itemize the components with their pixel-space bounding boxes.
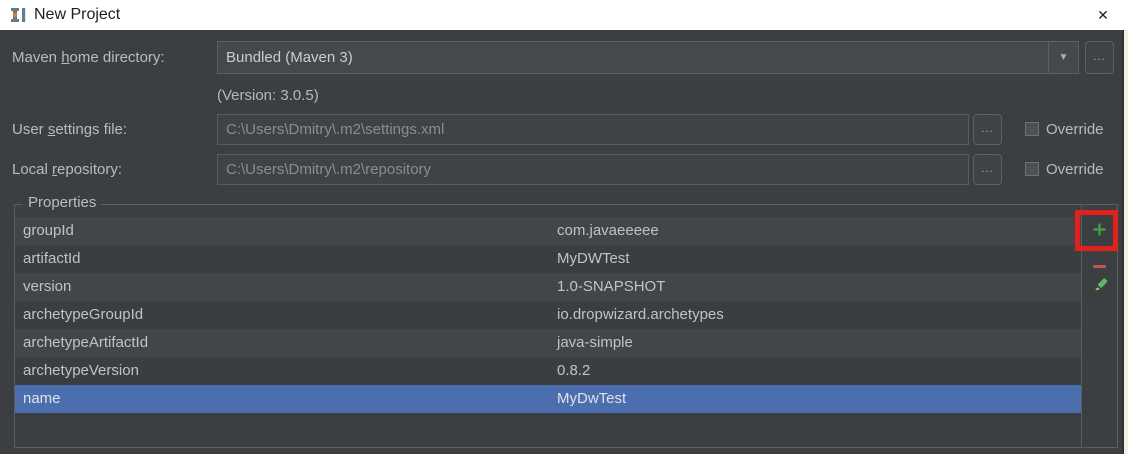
property-key: name (23, 390, 61, 407)
property-value: io.dropwizard.archetypes (557, 306, 724, 323)
user-settings-browse-button[interactable]: ... (973, 114, 1002, 145)
property-key: groupId (23, 222, 74, 239)
property-value: com.javaeeeee (557, 222, 659, 239)
property-key: version (23, 278, 72, 295)
property-value: MyDWTest (557, 250, 630, 267)
local-repository-field[interactable]: C:\Users\Dmitry\.m2\repository (217, 154, 969, 185)
property-key: archetypeArtifactId (23, 334, 149, 351)
maven-home-label: Maven home directory: (12, 49, 165, 66)
maven-home-value: Bundled (Maven 3) (226, 49, 353, 66)
user-settings-field[interactable]: C:\Users\Dmitry\.m2\settings.xml (217, 114, 969, 145)
add-button[interactable] (1082, 218, 1117, 244)
chevron-down-icon[interactable]: ▼ (1048, 42, 1078, 73)
pencil-icon (1092, 277, 1108, 297)
maven-home-browse-button[interactable]: ... (1085, 41, 1114, 74)
titlebar: New Project ✕ (0, 0, 1128, 30)
table-row[interactable]: version 1.0-SNAPSHOT (15, 273, 1082, 301)
properties-group-title: Properties (23, 194, 102, 211)
maven-home-combobox[interactable]: Bundled (Maven 3) ▼ (217, 41, 1079, 74)
property-value: java-simple (557, 334, 633, 351)
property-value: 1.0-SNAPSHOT (557, 278, 666, 295)
plus-icon (1092, 222, 1107, 241)
edit-button[interactable] (1082, 269, 1117, 305)
user-settings-override-checkbox[interactable] (1025, 122, 1039, 136)
table-row[interactable]: groupId com.javaeeeee (15, 217, 1082, 245)
minus-icon (1093, 264, 1106, 268)
maven-version-note: (Version: 3.0.5) (217, 87, 319, 104)
close-icon[interactable]: ✕ (1088, 0, 1118, 30)
user-settings-label: User settings file: (12, 121, 128, 138)
table-row[interactable]: archetypeArtifactId java-simple (15, 329, 1082, 357)
local-repository-browse-button[interactable]: ... (973, 154, 1002, 185)
properties-group: Properties groupId com.javaeeeee artifac… (14, 194, 1118, 448)
intellij-logo-icon (10, 7, 30, 23)
property-key: archetypeGroupId (23, 306, 144, 323)
table-row[interactable]: name MyDwTest (15, 385, 1082, 413)
window-title: New Project (34, 6, 121, 23)
table-row[interactable]: artifactId MyDWTest (15, 245, 1082, 273)
background-edge-strip (1124, 30, 1128, 454)
property-value: 0.8.2 (557, 362, 591, 379)
property-value: MyDwTest (557, 390, 627, 407)
local-repository-label: Local repository: (12, 161, 123, 178)
table-row[interactable]: archetypeGroupId io.dropwizard.archetype… (15, 301, 1082, 329)
table-row[interactable]: archetypeVersion 0.8.2 (15, 357, 1082, 385)
properties-table: groupId com.javaeeeee artifactId MyDWTes… (15, 217, 1082, 413)
local-repository-override-label: Override (1046, 161, 1104, 178)
property-key: archetypeVersion (23, 362, 139, 379)
properties-toolbar (1081, 205, 1117, 447)
user-settings-override-label: Override (1046, 121, 1104, 138)
property-key: artifactId (23, 250, 81, 267)
local-repository-override-checkbox[interactable] (1025, 162, 1039, 176)
